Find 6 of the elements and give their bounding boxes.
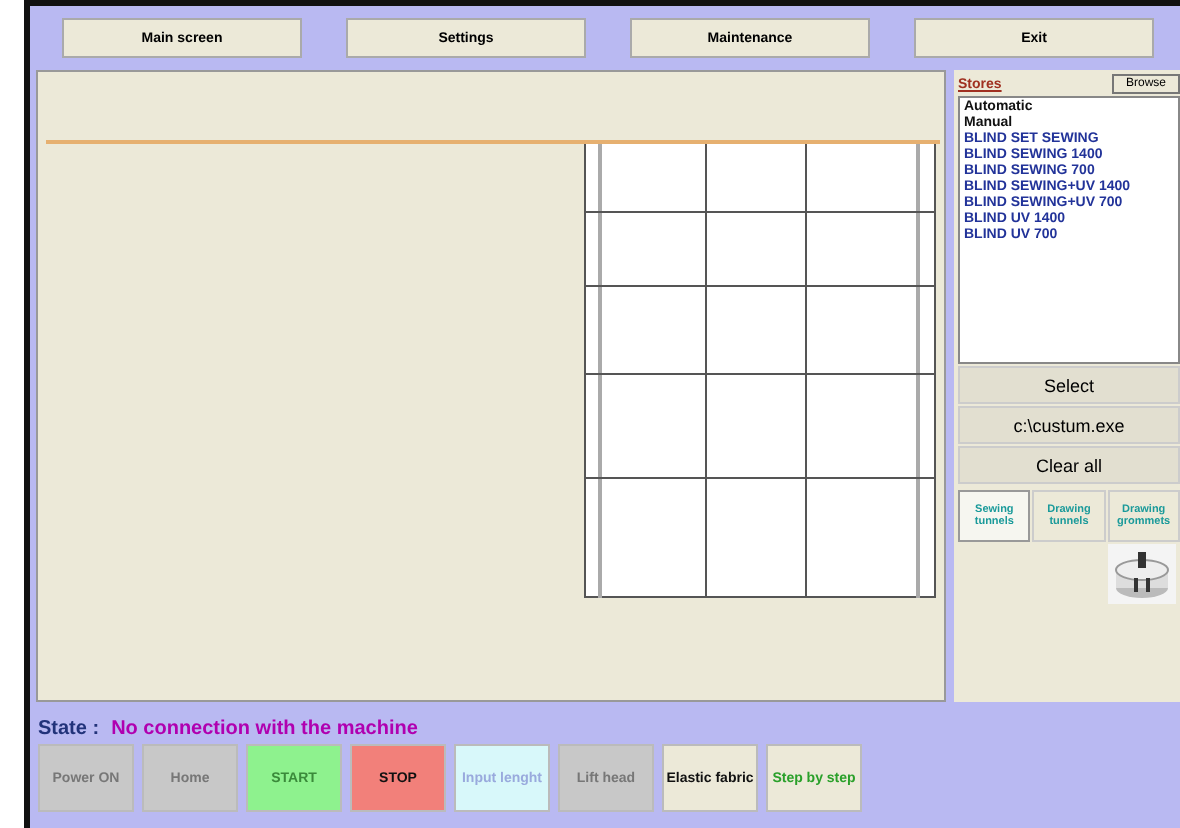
spool-icon[interactable] [1108, 544, 1176, 604]
action-button[interactable]: Select [958, 366, 1180, 404]
state-label: State : [38, 718, 100, 740]
action-button[interactable]: Clear all [958, 446, 1180, 484]
action-button[interactable]: c:\custum.exe [958, 406, 1180, 444]
state-message: No connection with the machine [111, 718, 418, 740]
